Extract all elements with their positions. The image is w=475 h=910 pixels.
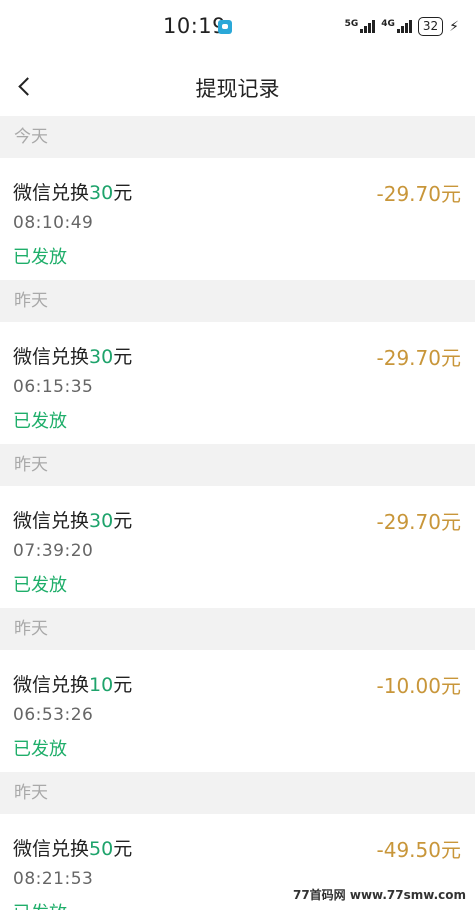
status-indicators: 5G 4G 32 ⚡ xyxy=(345,17,459,36)
chat-notification-icon xyxy=(218,20,232,34)
signal-5g-icon: 5G xyxy=(345,20,376,33)
date-header: 昨天 xyxy=(0,608,475,650)
battery-icon: 32 xyxy=(417,17,444,36)
record-amount: -29.70元 xyxy=(376,510,461,534)
record-status: 已发放 xyxy=(13,739,67,760)
record-item[interactable]: 微信兑换10元 06:53:26 已发放 -10.00元 xyxy=(0,650,475,772)
record-title-amount: 30 xyxy=(89,182,114,204)
record-time: 08:21:53 xyxy=(13,869,94,889)
record-amount: -49.50元 xyxy=(376,838,461,862)
record-time: 06:15:35 xyxy=(13,377,94,397)
record-title-amount: 30 xyxy=(89,346,114,368)
record-amount: -29.70元 xyxy=(376,182,461,206)
record-item[interactable]: 微信兑换30元 06:15:35 已发放 -29.70元 xyxy=(0,322,475,444)
record-status: 已发放 xyxy=(13,247,67,268)
net-label-5g: 5G xyxy=(344,19,359,29)
record-time: 07:39:20 xyxy=(13,541,94,561)
record-title: 微信兑换30元 xyxy=(13,182,133,204)
date-header: 今天 xyxy=(0,116,475,158)
record-title: 微信兑换30元 xyxy=(13,510,133,532)
record-title-amount: 10 xyxy=(89,674,114,696)
net-label-4g: 4G xyxy=(381,19,395,29)
record-title: 微信兑换30元 xyxy=(13,346,133,368)
record-title-amount: 30 xyxy=(89,510,114,532)
record-amount: -10.00元 xyxy=(376,674,461,698)
record-status: 已发放 xyxy=(13,411,67,432)
record-status: 已发放 xyxy=(13,575,67,596)
signal-4g-icon: 4G xyxy=(381,20,412,33)
record-status: 已发放 xyxy=(13,899,67,910)
nav-bar: 提现记录 xyxy=(0,56,475,116)
record-title-amount: 50 xyxy=(89,838,114,860)
date-header: 昨天 xyxy=(0,444,475,486)
page-title: 提现记录 xyxy=(195,77,280,101)
record-item[interactable]: 微信兑换30元 08:10:49 已发放 -29.70元 xyxy=(0,158,475,280)
record-item[interactable]: 微信兑换30元 07:39:20 已发放 -29.70元 xyxy=(0,486,475,608)
date-header: 昨天 xyxy=(0,280,475,322)
withdrawal-record-list: 今天 微信兑换30元 08:10:49 已发放 -29.70元 昨天 微信兑换3… xyxy=(0,116,475,910)
record-time: 06:53:26 xyxy=(13,705,94,725)
record-amount: -29.70元 xyxy=(376,346,461,370)
status-time: 10:19 xyxy=(163,14,227,38)
record-time: 08:10:49 xyxy=(13,213,94,233)
status-bar: 10:19 5G 4G 32 ⚡ xyxy=(0,0,475,56)
date-header: 昨天 xyxy=(0,772,475,814)
record-title: 微信兑换10元 xyxy=(13,674,133,696)
site-watermark: 77首码网 www.77smw.com xyxy=(289,885,469,904)
charging-icon: ⚡ xyxy=(449,18,459,35)
record-title: 微信兑换50元 xyxy=(13,838,133,860)
